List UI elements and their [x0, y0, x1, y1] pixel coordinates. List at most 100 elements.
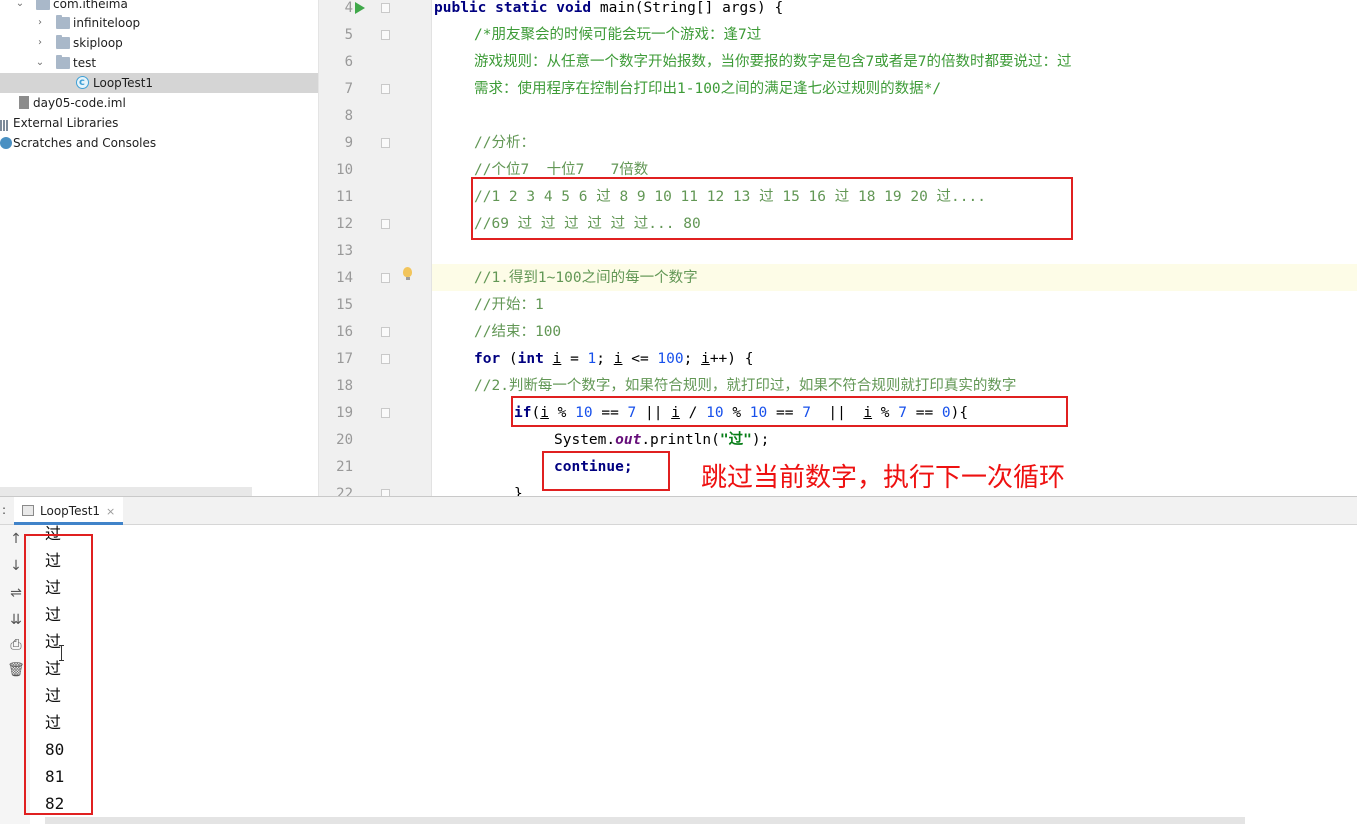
tree-item-label: infiniteloop [73, 16, 141, 30]
code-line-4: public static void main(String[] args) { [434, 0, 783, 22]
string-literal: "过" [719, 432, 752, 448]
code-line-15: //开始：1 [474, 297, 544, 313]
line-number: 8 [344, 108, 353, 124]
line-number: 5 [344, 27, 353, 43]
run-label: : [2, 503, 7, 517]
variable: i [701, 351, 710, 367]
tab-looptest1[interactable]: LoopTest1 × [14, 497, 124, 525]
tree-item-skiploop[interactable]: › skiploop [0, 33, 318, 53]
annotation-box-condition [511, 396, 1068, 427]
code-editor[interactable]: 4 5 6 7 8 9 10 11 12 13 14 15 16 17 18 1… [318, 0, 1357, 496]
line-number: 22 [336, 486, 353, 496]
code-line-5: /*朋友聚会的时候可能会玩一个游戏：逢7过 [474, 27, 762, 43]
code-text: System. [554, 432, 616, 448]
tab-label: LoopTest1 [40, 504, 101, 518]
tree-horizontal-scrollbar[interactable] [0, 487, 252, 496]
tree-item-external-libraries[interactable]: External Libraries [0, 113, 318, 133]
code-text: = [561, 351, 588, 367]
line-number: 12 [336, 216, 353, 232]
trash-icon[interactable]: 🗑 [6, 660, 26, 680]
line-number: 14 [336, 270, 353, 286]
code-text: ; [683, 351, 702, 367]
fold-marker-icon[interactable] [381, 273, 390, 283]
arrow-down-icon[interactable]: ↓ [6, 556, 26, 576]
run-tab-bar: : LoopTest1 × [0, 497, 1357, 525]
keyword: public static void [434, 0, 600, 16]
run-icon[interactable] [355, 2, 365, 14]
annotation-box-output [24, 534, 93, 815]
keyword: for [474, 351, 501, 367]
fold-marker-icon[interactable] [381, 30, 390, 40]
console-icon [22, 505, 34, 516]
fold-marker-icon[interactable] [381, 327, 390, 337]
lightbulb-icon[interactable] [403, 267, 412, 280]
number-literal: 100 [657, 351, 684, 367]
code-line-17: for (int i = 1; i <= 100; i++) { [474, 346, 753, 373]
print-icon[interactable]: ⎙ [6, 635, 26, 655]
tree-item-scratches[interactable]: Scratches and Consoles [0, 133, 318, 153]
package-icon [56, 15, 70, 29]
tree-item-label: LoopTest1 [93, 76, 154, 90]
package-icon [56, 55, 70, 69]
tree-item-com-itheima[interactable]: ⌄ com.itheima [0, 0, 318, 14]
line-number: 11 [336, 189, 353, 205]
line-number: 19 [336, 405, 353, 421]
fold-marker-icon[interactable] [381, 354, 390, 364]
tree-item-label: day05-code.iml [33, 96, 126, 110]
tree-item-day05-code-iml[interactable]: day05-code.iml [0, 93, 318, 113]
console-horizontal-scrollbar[interactable] [45, 817, 1245, 824]
line-number: 10 [336, 162, 353, 178]
line-number: 15 [336, 297, 353, 313]
close-icon[interactable]: × [106, 505, 115, 518]
project-tree-panel: ⌄ com.itheima › infiniteloop › skiploop … [0, 0, 318, 496]
package-icon [56, 35, 70, 49]
libraries-icon [0, 117, 10, 131]
tree-item-infiniteloop[interactable]: › infiniteloop [0, 13, 318, 33]
code-line-14: //1.得到1~100之间的每一个数字 [474, 270, 698, 286]
tree-item-test[interactable]: ⌄ test [0, 53, 318, 73]
line-number: 18 [336, 378, 353, 394]
fold-marker-icon[interactable] [381, 138, 390, 148]
line-number: 13 [336, 243, 353, 259]
keyword: int [517, 351, 544, 367]
fold-marker-icon[interactable] [381, 84, 390, 94]
code-line-22: } [514, 486, 523, 496]
number-literal: 1 [587, 351, 597, 367]
code-text: .println( [641, 432, 720, 448]
java-class-icon [76, 73, 89, 93]
annotation-box-comment [471, 177, 1073, 240]
chevron-right-icon[interactable]: › [34, 13, 46, 33]
module-file-icon [19, 96, 29, 109]
static-field: out [615, 432, 642, 448]
scroll-to-end-icon[interactable]: ⇊ [6, 610, 26, 630]
soft-wrap-icon[interactable]: ⇌ [6, 583, 26, 603]
scratches-icon [0, 137, 12, 149]
console-output[interactable]: 过 过 过 过 过 过 过 过 80 81 82 [45, 524, 1345, 815]
code-text: ++) { [709, 351, 754, 367]
fold-marker-icon[interactable] [381, 219, 390, 229]
tree-item-label: External Libraries [13, 116, 119, 130]
arrow-up-icon[interactable]: ↑ [6, 529, 26, 549]
line-number: 4 [344, 0, 353, 16]
gutter-divider [431, 0, 432, 496]
code-text: main(String[] args) { [599, 0, 784, 16]
chevron-down-icon[interactable]: ⌄ [34, 53, 46, 73]
chevron-down-icon[interactable]: ⌄ [14, 0, 26, 14]
tree-item-looptest1[interactable]: LoopTest1 [0, 73, 318, 93]
chevron-right-icon[interactable]: › [34, 33, 46, 53]
fold-marker-icon[interactable] [381, 489, 390, 496]
code-text: ( [500, 351, 518, 367]
tree-item-label: test [73, 56, 97, 70]
code-line-20: System.out.println("过"); [554, 427, 769, 454]
code-line-16: //结束：100 [474, 324, 562, 340]
text-cursor-icon [59, 645, 64, 661]
code-line-7: 需求：使用程序在控制台打印出1-100之间的满足逢七必过规则的数据*/ [474, 81, 942, 97]
fold-marker-icon[interactable] [381, 3, 390, 13]
fold-marker-icon[interactable] [381, 408, 390, 418]
line-number: 9 [344, 135, 353, 151]
annotation-box-continue [542, 451, 670, 491]
line-number: 6 [344, 54, 353, 70]
code-text: <= [622, 351, 658, 367]
line-number: 7 [344, 81, 353, 97]
